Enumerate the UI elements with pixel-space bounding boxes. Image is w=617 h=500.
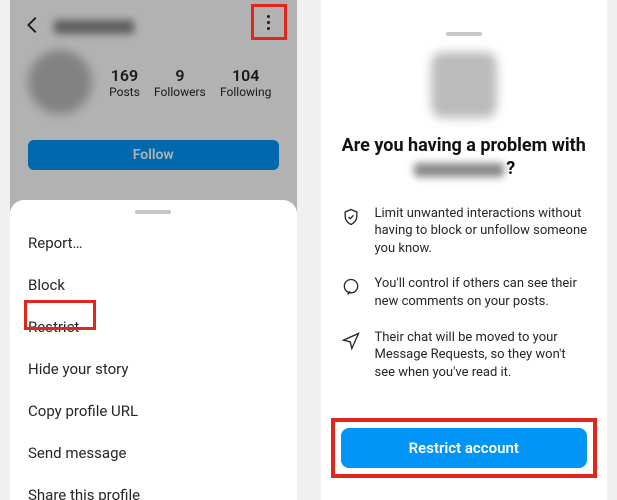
stat-followers-num: 9 [154,66,206,85]
stat-followers[interactable]: 9 Followers [154,66,206,99]
stat-posts-label: Posts [109,85,140,99]
title-prefix: Are you having a problem with [342,135,586,156]
menu-report[interactable]: Report… [10,222,297,264]
stat-following-num: 104 [220,66,271,85]
highlight-restrict-button [331,418,598,478]
info-text-1: Limit unwanted interactions without havi… [375,205,588,258]
sheet-handle[interactable] [446,32,482,36]
profile-header: 169 Posts 9 Followers 104 Following [10,50,297,114]
stat-posts-num: 169 [109,66,140,85]
info-row-shield: Limit unwanted interactions without havi… [341,205,588,258]
menu-send-message[interactable]: Send message [10,432,297,474]
highlight-kebab [251,4,287,40]
profile-screen: 169 Posts 9 Followers 104 Following Foll… [10,0,297,500]
menu-copy-url[interactable]: Copy profile URL [10,390,297,432]
send-icon [341,331,361,351]
comment-icon [341,277,361,297]
stat-following[interactable]: 104 Following [220,66,271,99]
info-list: Limit unwanted interactions without havi… [341,205,588,381]
options-sheet: Report… Block Restrict Hide your story C… [10,200,297,500]
restrict-title: Are you having a problem with ? [341,134,588,181]
restrict-sheet: Are you having a problem with ? Limit un… [321,20,608,500]
menu-hide-story[interactable]: Hide your story [10,348,297,390]
title-suffix: ? [506,158,515,179]
stat-followers-label: Followers [154,85,206,99]
avatar[interactable] [28,50,92,114]
sheet-handle[interactable] [135,210,171,214]
info-row-send: Their chat will be moved to your Message… [341,329,588,382]
stat-posts[interactable]: 169 Posts [109,66,140,99]
follow-button[interactable]: Follow [28,140,279,170]
info-text-2: You'll control if others can see their n… [375,275,588,310]
info-text-3: Their chat will be moved to your Message… [375,329,588,382]
profile-username [54,20,134,34]
title-username [414,163,504,177]
back-icon[interactable] [22,14,44,40]
highlight-restrict [24,300,96,330]
stats-row: 169 Posts 9 Followers 104 Following [102,66,279,99]
info-row-comment: You'll control if others can see their n… [341,275,588,310]
shield-icon [341,207,361,227]
restrict-screen: Are you having a problem with ? Limit un… [321,0,608,500]
menu-share-profile[interactable]: Share this profile [10,474,297,500]
stat-following-label: Following [220,85,271,99]
avatar [431,52,497,118]
